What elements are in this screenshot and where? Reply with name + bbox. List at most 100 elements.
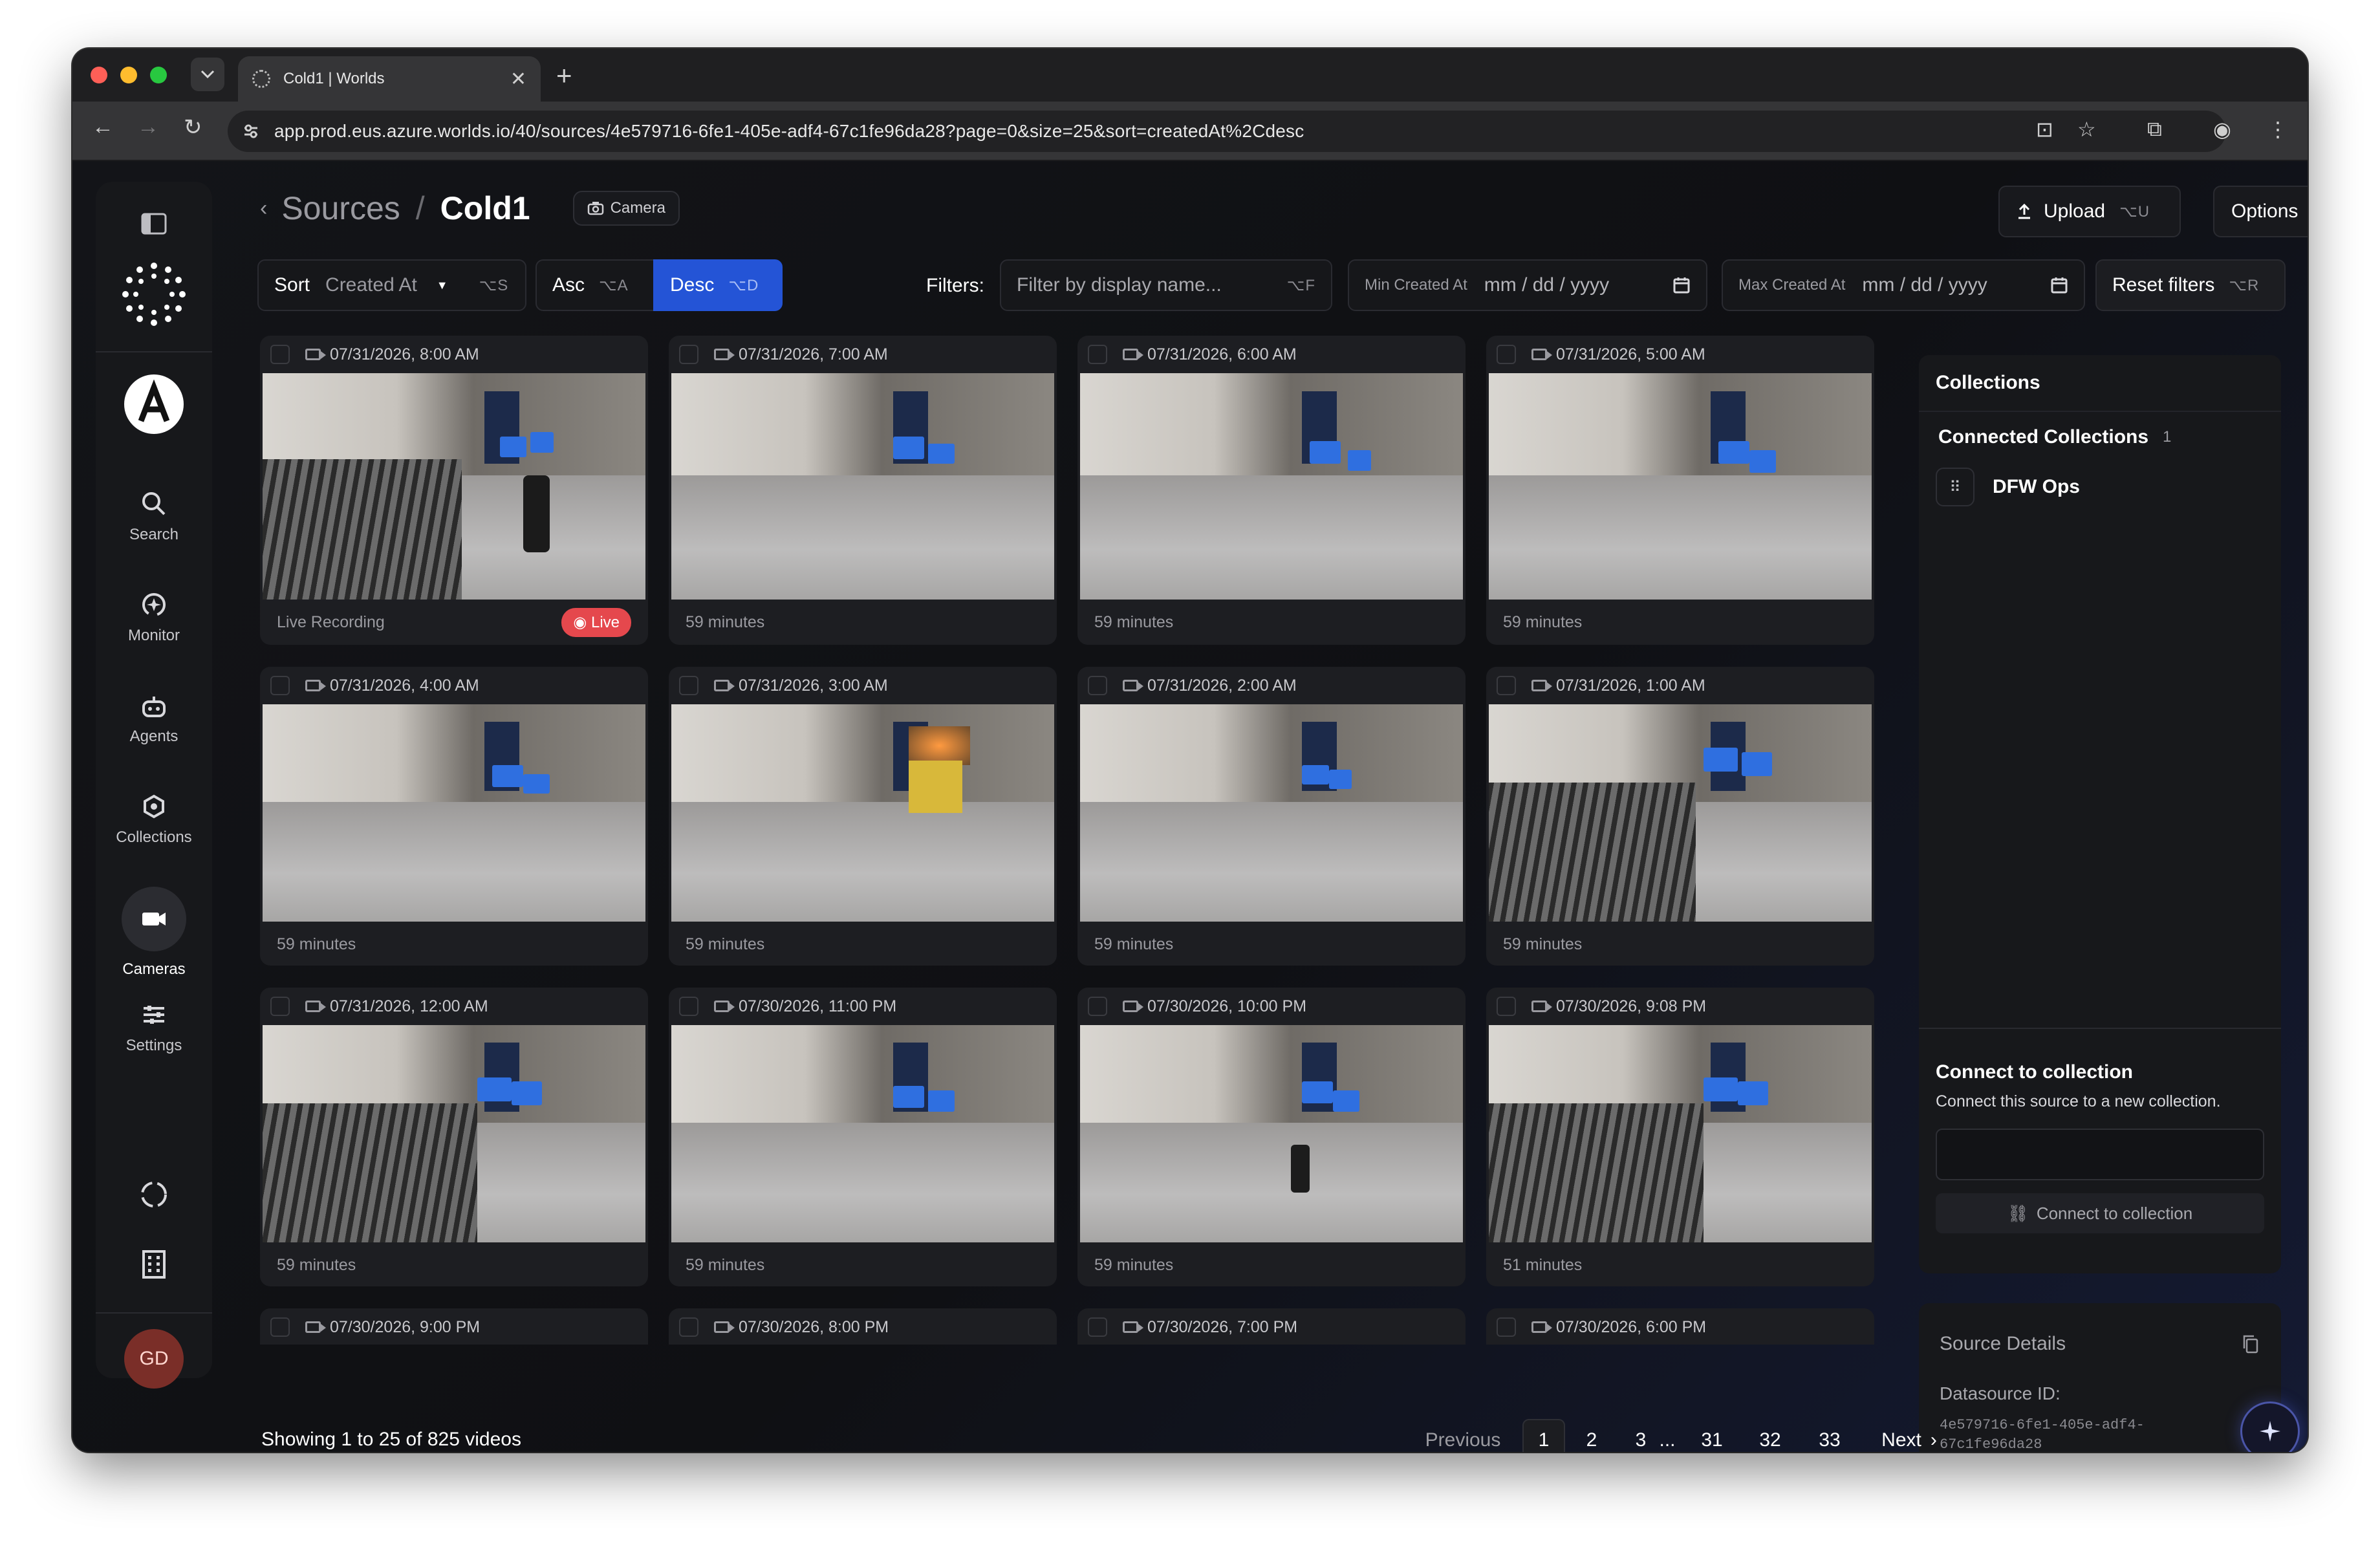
previous-page-button[interactable]: Previous	[1405, 1419, 1521, 1452]
site-settings-icon[interactable]	[242, 122, 260, 140]
user-avatar[interactable]: GD	[124, 1329, 184, 1389]
profile-icon[interactable]: ◉	[2213, 117, 2231, 142]
video-card[interactable]: 07/31/2026, 3:00 AM 59 minutes	[669, 667, 1057, 966]
video-thumbnail[interactable]	[671, 704, 1054, 922]
video-thumbnail[interactable]	[1489, 704, 1872, 922]
sidebar-item-search[interactable]: Search	[96, 488, 212, 544]
video-card[interactable]: 07/31/2026, 1:00 AM 59 minutes	[1486, 667, 1874, 966]
next-page-button[interactable]: Next ›	[1870, 1419, 1948, 1452]
select-checkbox[interactable]	[270, 1317, 290, 1337]
video-card[interactable]: 07/31/2026, 7:00 AM 59 minutes	[669, 336, 1057, 645]
video-card[interactable]: 07/31/2026, 12:00 AM 59 minutes	[260, 988, 648, 1286]
bookmark-star-icon[interactable]: ☆	[2077, 117, 2096, 142]
video-thumbnail[interactable]	[671, 1025, 1054, 1242]
select-checkbox[interactable]	[1088, 1317, 1107, 1337]
select-checkbox[interactable]	[1088, 345, 1107, 364]
video-card[interactable]: 07/30/2026, 9:00 PM	[260, 1308, 648, 1345]
desc-button[interactable]: Desc ⌥D	[653, 259, 783, 311]
assistant-button[interactable]	[2240, 1401, 2300, 1452]
sidebar-toggle-icon[interactable]	[141, 213, 167, 235]
video-card[interactable]: 07/30/2026, 9:08 PM 51 minutes	[1486, 988, 1874, 1286]
page-1-button[interactable]: 1	[1522, 1419, 1565, 1452]
sidebar-item-cameras[interactable]: Cameras	[96, 887, 212, 979]
breadcrumb-sources-link[interactable]: Sources	[281, 189, 400, 227]
close-window-button[interactable]	[91, 67, 107, 83]
extensions-icon[interactable]: ⧉	[2147, 117, 2162, 142]
options-button[interactable]: Options ▼	[2213, 186, 2308, 237]
loading-icon[interactable]	[138, 1179, 169, 1210]
display-name-filter[interactable]: Filter by display name... ⌥F	[1000, 259, 1332, 311]
video-thumbnail[interactable]	[1080, 373, 1463, 600]
video-thumbnail[interactable]	[263, 373, 645, 600]
video-card[interactable]: 07/31/2026, 2:00 AM 59 minutes	[1077, 667, 1466, 966]
collection-item-dfw-ops[interactable]: ⠿ DFW Ops	[1936, 468, 2264, 506]
close-tab-icon[interactable]: ✕	[510, 68, 526, 91]
select-checkbox[interactable]	[1497, 997, 1516, 1016]
video-thumbnail[interactable]	[263, 704, 645, 922]
video-card[interactable]: 07/30/2026, 7:00 PM	[1077, 1308, 1466, 1345]
sort-value: Created At	[325, 274, 417, 296]
select-checkbox[interactable]	[1088, 997, 1107, 1016]
connect-collection-desc: Connect this source to a new collection.	[1936, 1092, 2221, 1110]
select-checkbox[interactable]	[679, 676, 698, 695]
video-thumbnail[interactable]	[1489, 373, 1872, 600]
video-thumbnail[interactable]	[263, 1025, 645, 1242]
video-card[interactable]: 07/31/2026, 4:00 AM 59 minutes	[260, 667, 648, 966]
chevron-left-icon[interactable]: ‹	[260, 196, 267, 221]
select-checkbox[interactable]	[1497, 345, 1516, 364]
sidebar-item-agents[interactable]: Agents	[96, 690, 212, 746]
back-icon[interactable]: ←	[92, 114, 114, 140]
select-checkbox[interactable]	[1497, 676, 1516, 695]
video-thumbnail[interactable]	[1489, 1025, 1872, 1242]
select-checkbox[interactable]	[679, 1317, 698, 1337]
min-created-at-field[interactable]: Min Created At mm / dd / yyyy	[1348, 259, 1707, 311]
sidebar-item-collections[interactable]: Collections	[96, 791, 212, 847]
select-checkbox[interactable]	[270, 997, 290, 1016]
calendar-icon[interactable]	[2050, 276, 2068, 294]
video-card[interactable]: 07/31/2026, 8:00 AM Live Recording ◉ Live	[260, 336, 648, 645]
upload-button[interactable]: Upload ⌥U	[1998, 186, 2181, 237]
select-checkbox[interactable]	[270, 676, 290, 695]
connect-collection-button[interactable]: ⛓ Connect to collection	[1936, 1193, 2264, 1233]
video-card[interactable]: 07/30/2026, 10:00 PM 59 minutes	[1077, 988, 1466, 1286]
select-checkbox[interactable]	[679, 345, 698, 364]
sidebar-item-settings[interactable]: Settings	[96, 999, 212, 1055]
new-tab-button[interactable]: +	[556, 60, 572, 91]
select-checkbox[interactable]	[1088, 676, 1107, 695]
sort-select[interactable]: Sort Created At ▼ ⌥S	[257, 259, 526, 311]
copy-icon[interactable]	[2242, 1334, 2259, 1354]
video-thumbnail[interactable]	[1080, 1025, 1463, 1242]
video-thumbnail[interactable]	[671, 373, 1054, 600]
forward-icon[interactable]: →	[137, 114, 159, 140]
select-checkbox[interactable]	[1497, 1317, 1516, 1337]
zoom-window-button[interactable]	[150, 67, 167, 83]
collection-input[interactable]	[1936, 1129, 2264, 1180]
video-card[interactable]: 07/31/2026, 5:00 AM 59 minutes	[1486, 336, 1874, 645]
calendar-icon[interactable]	[1672, 276, 1691, 294]
video-card[interactable]: 07/30/2026, 6:00 PM	[1486, 1308, 1874, 1345]
video-card[interactable]: 07/31/2026, 6:00 AM 59 minutes	[1077, 336, 1466, 645]
select-checkbox[interactable]	[679, 997, 698, 1016]
page-31-button[interactable]: 31	[1691, 1419, 1733, 1452]
browser-menu-icon[interactable]: ⋮	[2267, 117, 2288, 142]
browser-tab[interactable]: Cold1 | Worlds ✕	[238, 56, 541, 102]
max-created-at-field[interactable]: Max Created At mm / dd / yyyy	[1722, 259, 2085, 311]
video-card[interactable]: 07/30/2026, 8:00 PM	[669, 1308, 1057, 1345]
sidebar-item-monitor[interactable]: Monitor	[96, 589, 212, 645]
worlds-logo-icon[interactable]	[119, 259, 189, 329]
minimize-window-button[interactable]	[120, 67, 137, 83]
page-32-button[interactable]: 32	[1749, 1419, 1791, 1452]
building-icon[interactable]	[141, 1249, 167, 1280]
org-avatar-icon[interactable]	[124, 374, 184, 434]
reset-filters-button[interactable]: Reset filters ⌥R	[2095, 259, 2286, 311]
video-thumbnail[interactable]	[1080, 704, 1463, 922]
tab-search-button[interactable]	[191, 58, 224, 91]
install-app-icon[interactable]: ⊡	[2036, 117, 2053, 142]
select-checkbox[interactable]	[270, 345, 290, 364]
asc-button[interactable]: Asc ⌥A	[536, 259, 654, 311]
reload-icon[interactable]: ↻	[184, 114, 202, 140]
address-bar[interactable]: app.prod.eus.azure.worlds.io/40/sources/…	[228, 111, 2226, 152]
page-2-button[interactable]: 2	[1570, 1419, 1613, 1452]
page-33-button[interactable]: 33	[1808, 1419, 1851, 1452]
video-card[interactable]: 07/30/2026, 11:00 PM 59 minutes	[669, 988, 1057, 1286]
